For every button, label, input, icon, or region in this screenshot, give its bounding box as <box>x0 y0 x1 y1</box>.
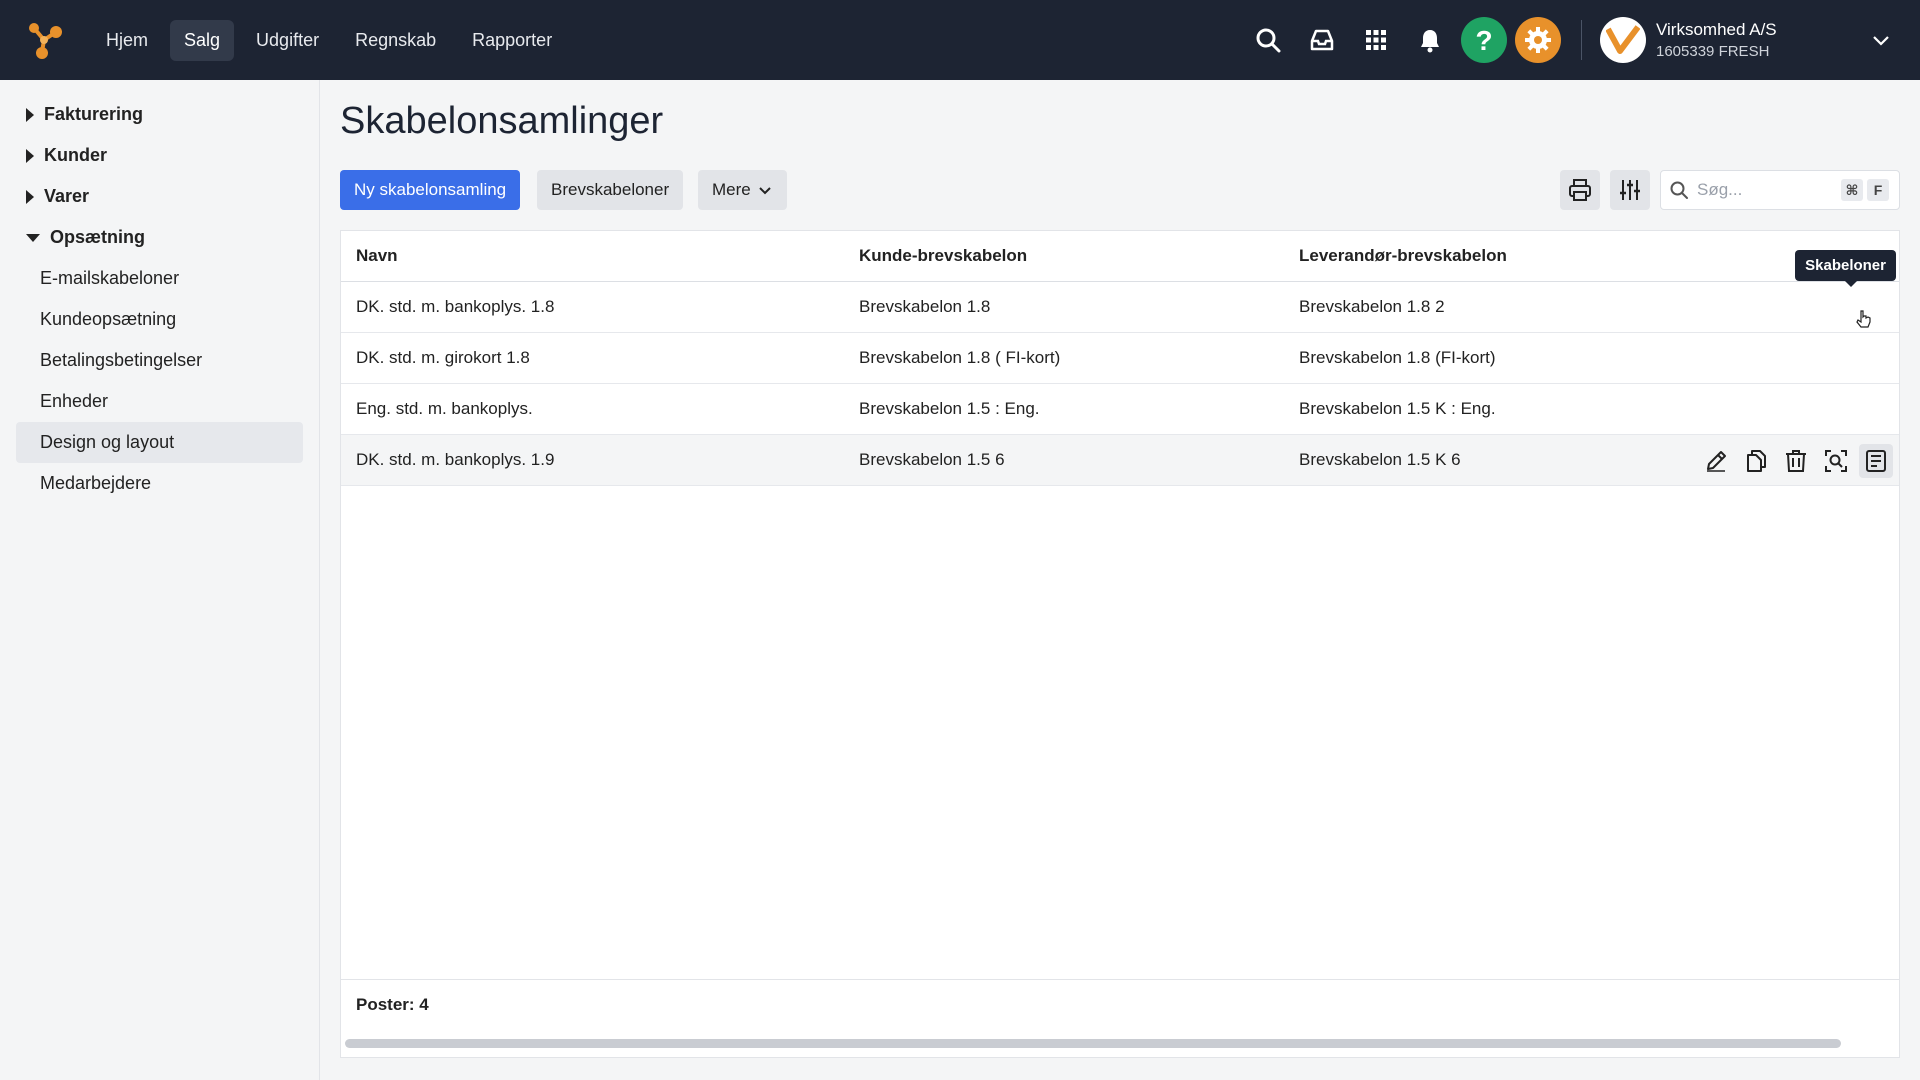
cell-navn: DK. std. m. bankoplys. 1.8 <box>356 297 555 316</box>
company-info: Virksomhed A/S 1605339 FRESH <box>1656 20 1856 60</box>
search-icon[interactable] <box>1248 20 1288 60</box>
help-icon[interactable]: ? <box>1461 17 1507 63</box>
shortcut-f-key: F <box>1867 179 1889 201</box>
pencil-icon <box>1707 450 1726 472</box>
topbar-actions: ? Virksomhed A/S 1605339 FRESH <box>1241 0 1920 80</box>
cell-navn: DK. std. m. girokort 1.8 <box>356 348 530 367</box>
inbox-icon[interactable] <box>1302 20 1342 60</box>
company-name: Virksomhed A/S <box>1656 20 1777 39</box>
cell-leverandor-brevskabelon: Brevskabelon 1.8 (FI-kort) <box>1299 348 1496 367</box>
sidebar-item-enheder[interactable]: Enheder <box>16 381 303 422</box>
tooltip-templates: Skabeloner <box>1795 250 1896 287</box>
table-row[interactable]: DK. std. m. bankoplys. 1.9 Brevskabelon … <box>341 435 1899 486</box>
letter-templates-button[interactable]: Brevskabeloner <box>537 170 684 210</box>
gear-icon[interactable] <box>1515 17 1561 63</box>
nav-udgifter[interactable]: Udgifter <box>242 20 333 61</box>
cell-leverandor-brevskabelon: Brevskabelon 1.5 K 6 <box>1299 450 1461 469</box>
svg-text:?: ? <box>1475 25 1492 55</box>
sidebar-group-label: Varer <box>44 186 90 206</box>
sidebar-group-label: Kunder <box>44 145 107 165</box>
company-switcher[interactable]: Virksomhed A/S 1605339 FRESH <box>1600 17 1892 63</box>
row-actions <box>1699 435 1893 486</box>
sidebar-item-medarbejdere[interactable]: Medarbejdere <box>16 463 303 504</box>
top-bar: Hjem Salg Udgifter Regnskab Rapporter ? <box>0 0 1920 80</box>
more-button[interactable]: Mere <box>698 170 787 210</box>
new-template-collection-button[interactable]: Ny skabelonsamling <box>340 170 521 210</box>
sidebar-item-design-og-layout[interactable]: Design og layout <box>16 422 303 463</box>
search-field[interactable]: ⌘ F <box>1660 170 1900 210</box>
sidebar-group-varer[interactable]: Varer <box>0 176 319 217</box>
sidebar-group-opsaetning[interactable]: Opsætning <box>0 217 319 258</box>
shortcut-cmd-key: ⌘ <box>1841 179 1863 201</box>
horizontal-scrollbar[interactable] <box>341 1029 1899 1057</box>
template-list-icon <box>1866 449 1886 472</box>
caret-down-icon <box>26 233 40 242</box>
column-header-kunde-brevskabelon[interactable]: Kunde-brevskabelon <box>859 246 1299 266</box>
table-row[interactable]: DK. std. m. bankoplys. 1.8 Brevskabelon … <box>341 282 1899 333</box>
company-avatar <box>1600 17 1646 63</box>
caret-right-icon <box>26 148 34 163</box>
nav-rapporter[interactable]: Rapporter <box>458 20 566 61</box>
cell-navn: DK. std. m. bankoplys. 1.9 <box>356 450 555 469</box>
search-input[interactable] <box>1697 180 1837 200</box>
sidebar-group-label: Opsætning <box>50 227 145 247</box>
record-count: Poster: 4 <box>356 994 429 1014</box>
main-content: Skabelonsamlinger Ny skabelonsamling Bre… <box>340 80 1900 1080</box>
sliders-icon <box>1620 180 1640 200</box>
column-settings-button[interactable] <box>1610 170 1650 210</box>
preview-search-icon <box>1825 449 1847 472</box>
company-id: 1605339 FRESH <box>1656 43 1770 60</box>
trash-icon <box>1786 449 1806 472</box>
templates-button[interactable] <box>1859 443 1893 478</box>
page-title: Skabelonsamlinger <box>340 100 664 142</box>
chevron-down-icon <box>759 187 771 195</box>
nav-regnskab[interactable]: Regnskab <box>341 20 450 61</box>
table-footer: Poster: 4 <box>341 979 1899 1029</box>
delete-button[interactable] <box>1779 444 1813 478</box>
cell-kunde-brevskabelon: Brevskabelon 1.8 <box>859 297 991 316</box>
cell-leverandor-brevskabelon: Brevskabelon 1.5 K : Eng. <box>1299 399 1496 418</box>
cell-leverandor-brevskabelon: Brevskabelon 1.8 2 <box>1299 297 1445 316</box>
sidebar-group-label: Fakturering <box>44 104 144 124</box>
table-row[interactable]: DK. std. m. girokort 1.8 Brevskabelon 1.… <box>341 333 1899 384</box>
main-nav: Hjem Salg Udgifter Regnskab Rapporter <box>92 19 566 61</box>
app-logo-icon[interactable] <box>22 18 66 62</box>
caret-right-icon <box>26 107 34 122</box>
copy-button[interactable] <box>1739 444 1773 478</box>
print-button[interactable] <box>1560 170 1600 210</box>
nav-hjem[interactable]: Hjem <box>92 20 162 61</box>
printer-icon <box>1569 179 1591 201</box>
cell-kunde-brevskabelon: Brevskabelon 1.8 ( FI-kort) <box>859 348 1061 367</box>
copy-icon <box>1747 449 1766 472</box>
sidebar-item-kundeopsaetning[interactable]: Kundeopsætning <box>16 299 303 340</box>
column-header-leverandor-brevskabelon[interactable]: Leverandør-brevskabelon <box>1299 246 1679 266</box>
topbar-divider <box>1581 20 1582 60</box>
sidebar-item-emailskabeloner[interactable]: E-mailskabeloner <box>16 258 303 299</box>
table-header: Navn Kunde-brevskabelon Leverandør-brevs… <box>341 231 1899 282</box>
more-button-label: Mere <box>712 180 751 199</box>
cell-navn: Eng. std. m. bankoplys. <box>356 399 533 418</box>
bell-icon[interactable] <box>1410 20 1450 60</box>
apps-grid-icon[interactable] <box>1356 20 1396 60</box>
preview-button[interactable] <box>1819 444 1853 478</box>
cell-kunde-brevskabelon: Brevskabelon 1.5 : Eng. <box>859 399 1040 418</box>
scrollbar-thumb[interactable] <box>345 1039 1841 1048</box>
mouse-pointer-icon <box>1856 310 1871 328</box>
cell-kunde-brevskabelon: Brevskabelon 1.5 6 <box>859 450 1005 469</box>
sidebar-group-fakturering[interactable]: Fakturering <box>0 94 319 135</box>
search-icon <box>1670 181 1688 199</box>
sidebar: Fakturering Kunder Varer Opsætning E-mai… <box>0 80 320 1080</box>
column-header-navn[interactable]: Navn <box>341 246 859 266</box>
nav-salg[interactable]: Salg <box>170 19 235 61</box>
sidebar-group-kunder[interactable]: Kunder <box>0 135 319 176</box>
template-collections-table: Navn Kunde-brevskabelon Leverandør-brevs… <box>340 230 1900 1058</box>
table-row[interactable]: Eng. std. m. bankoplys. Brevskabelon 1.5… <box>341 384 1899 435</box>
caret-right-icon <box>26 189 34 204</box>
sidebar-item-betalingsbetingelser[interactable]: Betalingsbetingelser <box>16 340 303 381</box>
chevron-down-icon[interactable] <box>1870 29 1892 51</box>
edit-button[interactable] <box>1699 444 1733 478</box>
